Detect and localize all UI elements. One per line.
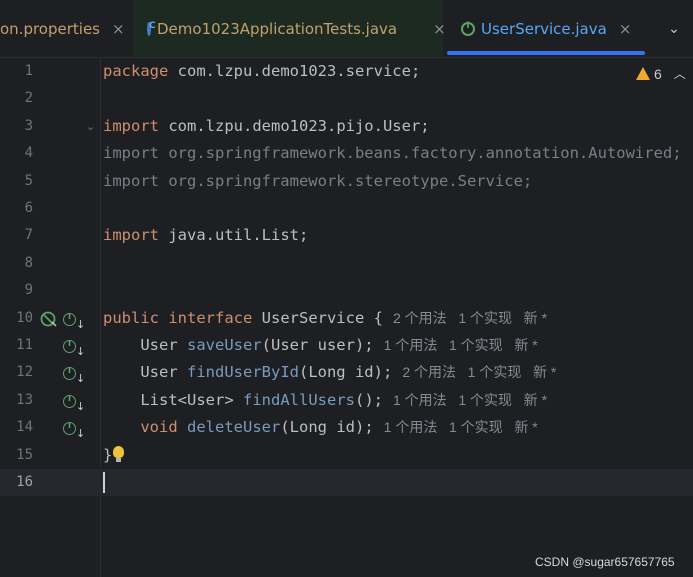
code-token: import org.springframework.beans.factory…	[103, 144, 682, 163]
tab-label: Demo1023ApplicationTests.java	[157, 19, 398, 38]
code-text: List<User> findAllUsers(); 1 个用法 1 个实现 新 …	[103, 387, 547, 414]
code-vision-hint[interactable]: 2 个用法 1 个实现 新 *	[402, 364, 556, 380]
method-name-token: deleteUser	[187, 418, 281, 437]
code-token: (User user);	[261, 336, 374, 354]
tab-demo1023-application-tests[interactable]: C Demo1023ApplicationTests.java ×	[133, 0, 446, 57]
code-line[interactable]: 13 I ↓ List<User> findAllUsers(); 1 个用法 1 个…	[0, 387, 693, 414]
code-editor[interactable]: 6 ︿ 1 package com.lzpu.demo1023.service; 2…	[0, 58, 693, 577]
line-number[interactable]: 7	[0, 222, 33, 249]
line-number[interactable]: 10	[0, 305, 33, 332]
implementation-icon[interactable]: I ↓	[63, 311, 85, 331]
code-token: }	[103, 445, 113, 464]
method-name-token: findAllUsers	[243, 390, 355, 409]
line-number[interactable]: 1	[0, 58, 33, 85]
chevron-down-icon[interactable]: ⌄	[655, 0, 693, 57]
code-text: void deleteUser(Long id); 1 个用法 1 个实现 新 *	[103, 414, 538, 441]
line-number[interactable]: 8	[0, 250, 33, 277]
close-icon[interactable]: ×	[619, 20, 632, 38]
line-number[interactable]: 11	[0, 332, 33, 359]
code-token: java.util.List;	[168, 226, 309, 245]
tab-application-properties[interactable]: on.properties ×	[0, 0, 130, 57]
code-line[interactable]: 6	[0, 195, 693, 222]
code-token: User	[103, 336, 178, 354]
code-line[interactable]: 7 import java.util.List;	[0, 222, 693, 249]
line-number[interactable]: 16	[0, 469, 33, 496]
line-number[interactable]: 2	[0, 85, 33, 112]
text-caret	[103, 472, 105, 493]
code-line[interactable]: 9	[0, 277, 693, 304]
line-number[interactable]: 12	[0, 359, 33, 386]
code-text: import java.util.List;	[103, 222, 308, 249]
code-line[interactable]: 8	[0, 250, 693, 277]
code-text: public interface UserService { 2 个用法 1 个实…	[103, 305, 547, 332]
code-line[interactable]: 11 I ↓ User saveUser(User user); 1 个用法 1 个实…	[0, 332, 693, 359]
code-token: com.lzpu.demo1023.pijo.User;	[168, 116, 430, 135]
code-line[interactable]: 16	[0, 469, 693, 496]
code-token: com.lzpu.demo1023.service;	[177, 62, 421, 80]
method-name-token: findUserById	[187, 363, 299, 382]
line-number[interactable]: 4	[0, 140, 33, 167]
code-token: ();	[354, 390, 383, 409]
code-text: import org.springframework.beans.factory…	[103, 140, 682, 167]
implementation-icon[interactable]: I ↓	[63, 420, 85, 440]
watermark: CSDN @sugar657657765	[535, 555, 675, 569]
keyword-token: void	[103, 418, 178, 437]
implementation-icon[interactable]: I ↓	[63, 393, 85, 413]
code-token: UserService {	[261, 308, 383, 327]
code-token: (Long id);	[298, 363, 393, 382]
line-number[interactable]: 5	[0, 168, 33, 195]
close-icon[interactable]: ×	[112, 20, 125, 38]
line-number[interactable]: 13	[0, 387, 33, 414]
code-vision-hint[interactable]: 2 个用法 1 个实现 新 *	[393, 310, 547, 326]
code-line[interactable]: 5 import org.springframework.stereotype.S…	[0, 168, 693, 195]
code-text: User saveUser(User user); 1 个用法 1 个实现 新 *	[103, 332, 538, 359]
code-text: package com.lzpu.demo1023.service;	[103, 58, 420, 85]
test-class-icon: C	[147, 21, 156, 36]
keyword-token: public interface	[103, 308, 253, 327]
code-token: List<User>	[103, 390, 234, 409]
code-line[interactable]: 4 import org.springframework.beans.factor…	[0, 140, 693, 167]
editor-tab-bar: on.properties × C Demo1023ApplicationTes…	[0, 0, 693, 58]
implementation-icon[interactable]: I ↓	[63, 365, 85, 385]
tab-label: on.properties	[0, 19, 100, 38]
close-icon[interactable]: ×	[433, 20, 446, 38]
code-line[interactable]: 12 I ↓ User findUserById(Long id); 2 个用法 1 …	[0, 359, 693, 386]
code-line[interactable]: 1 package com.lzpu.demo1023.service;	[0, 58, 693, 85]
keyword-token: package	[103, 62, 169, 80]
code-text: import org.springframework.stereotype.Se…	[103, 168, 532, 195]
no-usages-icon[interactable]	[40, 311, 58, 331]
code-line[interactable]: 2	[0, 85, 693, 112]
code-line[interactable]: 15}	[0, 442, 693, 469]
fold-icon[interactable]: ⌄	[86, 113, 95, 140]
line-number[interactable]: 6	[0, 195, 33, 222]
keyword-token: import	[103, 226, 159, 245]
code-vision-hint[interactable]: 1 个用法 1 个实现 新 *	[384, 337, 538, 353]
tab-user-service[interactable]: I UserService.java ×	[447, 0, 645, 57]
code-token: User	[103, 363, 178, 382]
code-text: }	[103, 442, 112, 469]
code-text: import com.lzpu.demo1023.pijo.User;	[103, 113, 430, 140]
method-name-token: saveUser	[187, 336, 262, 354]
code-text: User findUserById(Long id); 2 个用法 1 个实现 新…	[103, 359, 556, 386]
interface-icon: I	[461, 21, 475, 36]
lightbulb-icon[interactable]	[113, 445, 124, 462]
line-number[interactable]: 14	[0, 414, 33, 441]
line-number[interactable]: 15	[0, 442, 33, 469]
code-token: import org.springframework.stereotype.Se…	[103, 171, 533, 190]
code-vision-hint[interactable]: 1 个用法 1 个实现 新 *	[393, 392, 547, 408]
code-vision-hint[interactable]: 1 个用法 1 个实现 新 *	[384, 419, 538, 435]
implementation-icon[interactable]: I ↓	[63, 338, 85, 358]
code-line[interactable]: 3 ⌄ import com.lzpu.demo1023.pijo.User;	[0, 113, 693, 140]
line-number[interactable]: 9	[0, 277, 33, 304]
keyword-token: import	[103, 116, 159, 135]
code-line[interactable]: 14 I ↓ void deleteUser(Long id); 1 个用法 1 个实…	[0, 414, 693, 441]
code-token: (Long id);	[280, 418, 374, 437]
tab-label: UserService.java	[481, 19, 607, 38]
code-line[interactable]: 10 I ↓ public interface UserService { 2 个用法 …	[0, 305, 693, 332]
line-number[interactable]: 3	[0, 113, 33, 140]
active-tab-indicator	[447, 51, 645, 55]
